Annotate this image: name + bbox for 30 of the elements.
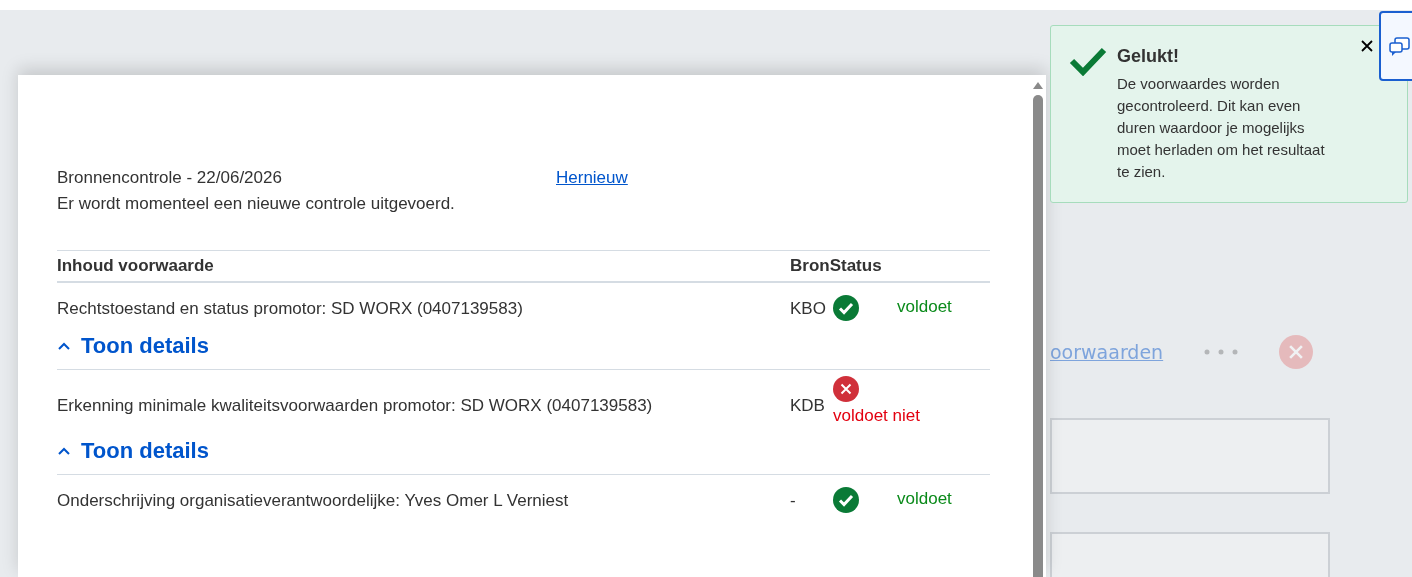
check-circle-icon: [833, 487, 859, 513]
close-icon[interactable]: [1361, 40, 1373, 52]
renew-link[interactable]: Hernieuw: [556, 168, 628, 188]
checkmark-icon: [1069, 46, 1107, 76]
source-text: KDB: [790, 395, 826, 416]
scroll-up-icon[interactable]: [1032, 81, 1044, 89]
check-title: Bronnencontrole - 22/06/2026: [57, 168, 283, 188]
column-header: Inhoud voorwaarde: [57, 256, 215, 276]
toast-title: Gelukt!: [1117, 46, 1180, 67]
error-circle-icon: [1279, 335, 1314, 369]
check-circle-icon: [833, 295, 859, 321]
source-text: -: [790, 490, 797, 511]
condition-text: Onderschrijving organisatieverantwoordelijke: Yves Omer L Verniest: [57, 490, 570, 511]
caret-icon: [57, 446, 71, 456]
status-text: voldoet niet: [833, 405, 920, 426]
toast-message: De voorwaardes worden gecontroleerd. Dit kan even duren waardoor je mogelijks moet herladen om het resultaat te zien.: [1117, 74, 1326, 182]
toggle-details-button[interactable]: Toon details: [57, 430, 990, 475]
column-header: BronStatus: [790, 256, 882, 276]
scrollbar-thumb[interactable]: [1033, 95, 1043, 577]
help-button[interactable]: [1379, 11, 1412, 81]
condition-text: Erkenning minimale kwaliteitsvoorwaarden promotor: SD WORX (0407139583): [57, 395, 654, 416]
status-message: Er wordt momenteel een nieuwe controle uitgevoerd.: [57, 194, 456, 214]
status-text: voldoet: [897, 296, 952, 317]
status-text: voldoet: [897, 488, 952, 509]
source-text: KBO: [790, 298, 827, 319]
caret-icon: [57, 341, 71, 351]
error-circle-icon: [833, 376, 859, 402]
condition-text: Rechtstoestand en status promotor: SD WORX (0407139583): [57, 298, 524, 319]
chat-help-icon: [1389, 37, 1411, 57]
toggle-details-button[interactable]: Toon details: [57, 325, 990, 370]
